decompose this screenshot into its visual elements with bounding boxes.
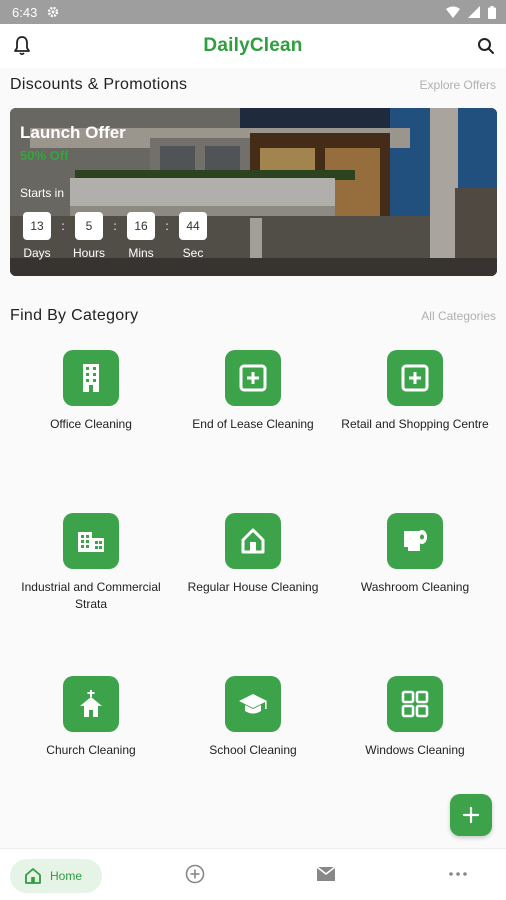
- add-fab[interactable]: [450, 794, 492, 836]
- promotions-title: Discounts & Promotions: [10, 76, 188, 93]
- countdown-separator: :: [165, 219, 169, 233]
- status-bar: 6:43: [0, 0, 506, 24]
- countdown-sec: 44 Sec: [178, 212, 208, 260]
- countdown-mins: 16 Mins: [126, 212, 156, 260]
- promo-banner[interactable]: Launch Offer 50% Off Starts in 13 Days :…: [10, 108, 497, 276]
- plus-box-icon: [225, 350, 281, 406]
- bell-icon[interactable]: [10, 34, 34, 58]
- category-retail-and-shopping-centre[interactable]: Retail and Shopping Centre: [334, 350, 496, 433]
- home-icon: [25, 868, 41, 884]
- category-washroom-cleaning[interactable]: Washroom Cleaning: [334, 513, 496, 596]
- app-bar: DailyClean: [0, 24, 506, 68]
- category-label: End of Lease Cleaning: [192, 417, 314, 431]
- graduation-cap-icon: [225, 676, 281, 732]
- factory-icon: [63, 513, 119, 569]
- days-value: 13: [23, 212, 51, 240]
- status-time: 6:43: [12, 4, 38, 20]
- explore-offers-link[interactable]: Explore Offers: [420, 78, 496, 92]
- category-header: Find By Category All Categories: [10, 307, 496, 325]
- category-label: School Cleaning: [209, 743, 297, 757]
- house-icon: [225, 513, 281, 569]
- all-categories-link[interactable]: All Categories: [421, 309, 496, 323]
- category-windows-cleaning[interactable]: Windows Cleaning: [334, 676, 496, 759]
- battery-icon: [488, 5, 496, 19]
- countdown-hours: 5 Hours: [73, 212, 106, 260]
- search-icon[interactable]: [474, 34, 498, 58]
- category-label: Industrial and Commercial Strata: [21, 580, 161, 611]
- category-label: Church Cleaning: [46, 743, 136, 757]
- category-label: Washroom Cleaning: [360, 580, 470, 594]
- category-title: Find By Category: [10, 307, 139, 324]
- mins-value: 16: [127, 212, 155, 240]
- church-icon: [63, 676, 119, 732]
- days-label: Days: [23, 246, 51, 260]
- starts-in-label: Starts in: [20, 186, 65, 200]
- category-label: Office Cleaning: [50, 417, 132, 431]
- plus-icon: [462, 806, 480, 824]
- wifi-icon: [446, 6, 460, 18]
- nav-home-label: Home: [50, 869, 83, 883]
- category-regular-house-cleaning[interactable]: Regular House Cleaning: [172, 513, 334, 596]
- signal-icon: [468, 6, 480, 18]
- settings-icon: [48, 6, 59, 18]
- countdown-days: 13 Days: [22, 212, 52, 260]
- mins-label: Mins: [128, 246, 154, 260]
- office-building-icon: [63, 350, 119, 406]
- category-industrial-and-commercial-strata[interactable]: Industrial and Commercial Strata: [10, 513, 172, 613]
- category-label: Windows Cleaning: [365, 743, 465, 757]
- category-school-cleaning[interactable]: School Cleaning: [172, 676, 334, 759]
- promotions-header: Discounts & Promotions Explore Offers: [10, 76, 496, 94]
- countdown-separator: :: [61, 219, 65, 233]
- more-icon[interactable]: [447, 863, 469, 885]
- toilet-paper-icon: [387, 513, 443, 569]
- offer-title: Launch Offer: [20, 123, 126, 142]
- category-office-cleaning[interactable]: Office Cleaning: [10, 350, 172, 433]
- mail-icon[interactable]: [315, 863, 337, 885]
- plus-box-icon: [387, 350, 443, 406]
- hours-label: Hours: [73, 246, 106, 260]
- offer-discount: 50% Off: [20, 148, 69, 163]
- countdown-timer: 13 Days : 5 Hours : 16 Mins : 44 Sec: [22, 212, 208, 260]
- countdown-separator: :: [113, 219, 117, 233]
- sec-value: 44: [179, 212, 207, 240]
- add-circle-icon[interactable]: [184, 863, 206, 885]
- app-title: DailyClean: [203, 35, 303, 56]
- hours-value: 5: [75, 212, 103, 240]
- category-label: Regular House Cleaning: [187, 580, 319, 594]
- category-end-of-lease-cleaning[interactable]: End of Lease Cleaning: [172, 350, 334, 433]
- sec-label: Sec: [182, 246, 204, 260]
- nav-home[interactable]: Home: [10, 859, 102, 893]
- category-label: Retail and Shopping Centre: [341, 417, 489, 431]
- window-grid-icon: [387, 676, 443, 732]
- bottom-nav: Home: [0, 848, 506, 900]
- category-church-cleaning[interactable]: Church Cleaning: [10, 676, 172, 759]
